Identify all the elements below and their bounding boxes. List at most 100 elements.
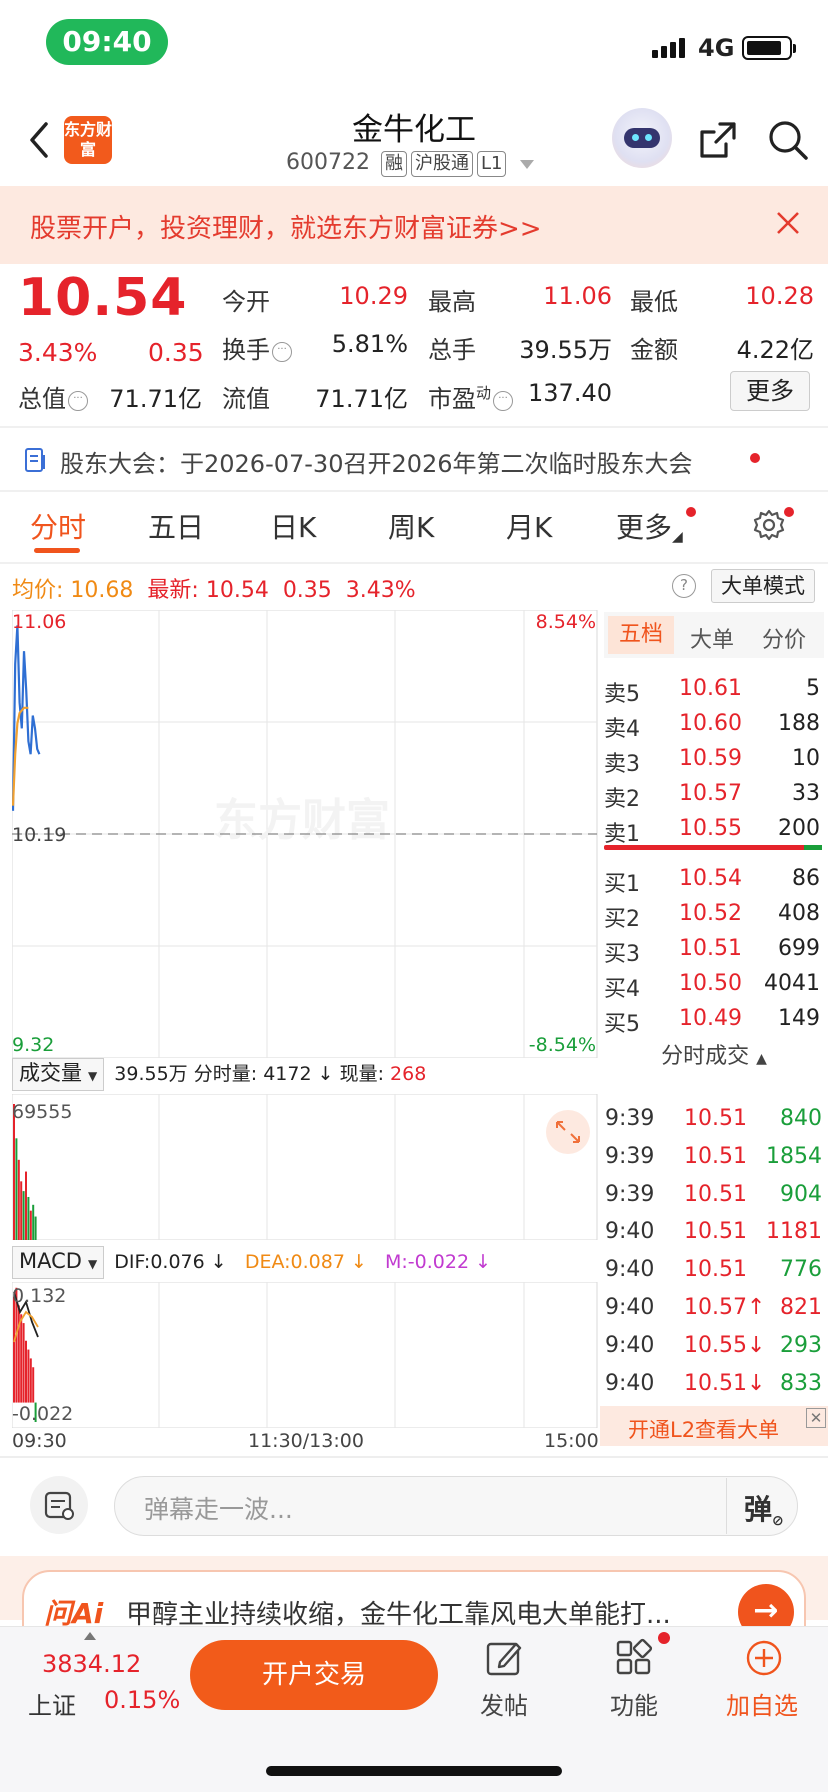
level-price: 10.55 — [679, 816, 742, 841]
now-volume-label: 现量: — [339, 1063, 384, 1085]
divider — [726, 1478, 727, 1534]
info-dots-icon[interactable]: ··· — [68, 391, 88, 411]
functions-grid-icon[interactable] — [614, 1638, 654, 1678]
tag-margin: 融 — [380, 151, 407, 177]
big-order-mode-button[interactable]: 大单模式 — [711, 569, 815, 603]
tick-volume: 1854 — [766, 1143, 822, 1169]
change-percent: 3.43% — [18, 338, 98, 367]
macd-bar — [13, 1296, 15, 1403]
nav-add-watchlist[interactable]: 加自选 — [726, 1686, 798, 1721]
chevron-up-icon[interactable] — [84, 1632, 96, 1640]
ai-assistant-icon[interactable] — [612, 108, 672, 168]
level-volume: 33 — [792, 781, 820, 806]
volume-chart[interactable]: 69555 — [12, 1094, 598, 1240]
bid-ask-ratio-bar — [604, 845, 822, 850]
ask-row[interactable]: 卖1 10.55 200 — [604, 816, 820, 847]
ask-row[interactable]: 卖4 10.60 188 — [604, 711, 820, 742]
indicator-select-volume[interactable]: 成交量 ▼ — [12, 1058, 105, 1091]
chevron-down-icon: ▼ — [88, 1069, 98, 1083]
search-icon[interactable] — [766, 118, 810, 162]
tick-row: 9:40 10.51 776 — [604, 1257, 822, 1289]
tick-price: 10.51 — [684, 1143, 747, 1169]
amount-value: 4.22亿 — [736, 336, 814, 364]
tick-row: 9:40 10.51 1181 — [604, 1219, 822, 1251]
status-time: 09:40 — [46, 19, 168, 65]
chevron-down-icon[interactable] — [520, 160, 534, 169]
level-price: 10.61 — [679, 676, 742, 701]
level-price: 10.54 — [679, 866, 742, 891]
tab-five-day[interactable]: 五日 — [148, 506, 204, 546]
bid-row[interactable]: 买1 10.54 86 — [604, 866, 820, 897]
tab-more[interactable]: 更多◢ — [616, 506, 683, 546]
volume-label: 总手 — [428, 336, 476, 364]
market-cap-value: 71.71亿 — [109, 385, 202, 413]
level-volume: 408 — [778, 901, 820, 926]
divider — [0, 1456, 828, 1458]
level-volume: 699 — [778, 936, 820, 961]
y-tick-right-top: 8.54% — [536, 611, 596, 633]
volume-max-label: 69555 — [12, 1101, 72, 1123]
tab-daily-k[interactable]: 日K — [270, 506, 316, 546]
promo-banner-text[interactable]: 股票开户，投资理财，就选东方财富证券>> — [30, 208, 542, 245]
danmu-placeholder[interactable]: 弹幕走一波... — [144, 1490, 293, 1526]
comments-button[interactable] — [30, 1476, 88, 1534]
close-icon[interactable] — [773, 208, 803, 238]
indicator-select-macd[interactable]: MACD ▼ — [12, 1246, 105, 1279]
level-label: 卖3 — [604, 752, 640, 777]
ask-row[interactable]: 卖5 10.61 5 — [604, 676, 820, 707]
ask-row[interactable]: 卖2 10.57 33 — [604, 781, 820, 812]
ask-row[interactable]: 卖3 10.59 10 — [604, 746, 820, 777]
shareholder-notice[interactable]: 股东大会：于2026-07-30召开2026年第二次临时股东大会 — [60, 444, 693, 479]
bid-row[interactable]: 买4 10.50 4041 — [604, 971, 820, 1002]
tab-intraday[interactable]: 分时 — [30, 506, 86, 546]
level-price: 10.57 — [679, 781, 742, 806]
help-icon[interactable]: ? — [672, 574, 696, 598]
divider — [0, 562, 828, 564]
macd-chart[interactable]: 0.132 -0.022 — [12, 1282, 598, 1428]
index-name[interactable]: 上证 — [28, 1686, 76, 1721]
ticks-header[interactable]: 分时成交 ▲ — [604, 1038, 824, 1070]
open-account-trade-button[interactable]: 开户交易 — [190, 1640, 438, 1710]
macd-bar — [27, 1349, 30, 1403]
nav-functions[interactable]: 功能 — [610, 1686, 658, 1721]
tab-monthly-k[interactable]: 月K — [506, 506, 552, 546]
bid-row[interactable]: 买5 10.49 149 — [604, 1006, 820, 1037]
expand-button[interactable] — [546, 1110, 590, 1154]
y-tick-mid: 10.19 — [12, 824, 66, 846]
tick-row: 9:40 10.55↓ 293 — [604, 1333, 822, 1365]
volume-bar — [29, 1210, 32, 1240]
gear-icon[interactable] — [752, 508, 786, 542]
bid-row[interactable]: 买3 10.51 699 — [604, 936, 820, 967]
unread-dot — [750, 453, 760, 463]
level-volume: 4041 — [764, 971, 820, 996]
tab-weekly-k[interactable]: 周K — [388, 506, 434, 546]
close-icon[interactable]: ✕ — [806, 1408, 826, 1428]
latest-price-label: 最新: — [147, 578, 199, 603]
current-price: 10.54 — [18, 268, 188, 328]
nav-post[interactable]: 发帖 — [480, 1686, 528, 1721]
add-watchlist-icon[interactable] — [744, 1638, 784, 1678]
document-icon — [25, 448, 45, 472]
network-type: 4G — [698, 34, 735, 62]
macd-bar — [32, 1367, 35, 1403]
tick-price: 10.51 — [684, 1181, 747, 1207]
info-dots-icon[interactable]: ··· — [272, 342, 292, 362]
tab-price-dist[interactable]: 分价 — [762, 622, 806, 654]
bid-row[interactable]: 买2 10.52 408 — [604, 901, 820, 932]
tab-five-levels[interactable]: 五档 — [608, 616, 674, 654]
intraday-chart[interactable]: 东方财富 11.06 10.19 9.32 8.54% -8.54% — [12, 610, 598, 1058]
tick-price: 10.51↓ — [684, 1370, 766, 1396]
level-price: 10.51 — [679, 936, 742, 961]
tab-big-orders[interactable]: 大单 — [690, 622, 734, 654]
tag-hk-connect: 沪股通 — [410, 151, 473, 177]
edit-post-icon[interactable] — [484, 1638, 524, 1678]
share-icon[interactable] — [696, 118, 740, 162]
tick-row: 9:39 10.51 904 — [604, 1182, 822, 1214]
volume-bar — [20, 1181, 23, 1240]
danmu-toggle-button[interactable]: 弹⊘ — [744, 1488, 784, 1529]
total-volume: 39.55万 — [114, 1063, 188, 1085]
more-button[interactable]: 更多 — [730, 371, 810, 411]
index-percent[interactable]: 0.15% — [104, 1686, 180, 1714]
l2-promo-text[interactable]: 开通L2查看大单 — [628, 1414, 779, 1444]
index-value[interactable]: 3834.12 — [42, 1650, 141, 1678]
